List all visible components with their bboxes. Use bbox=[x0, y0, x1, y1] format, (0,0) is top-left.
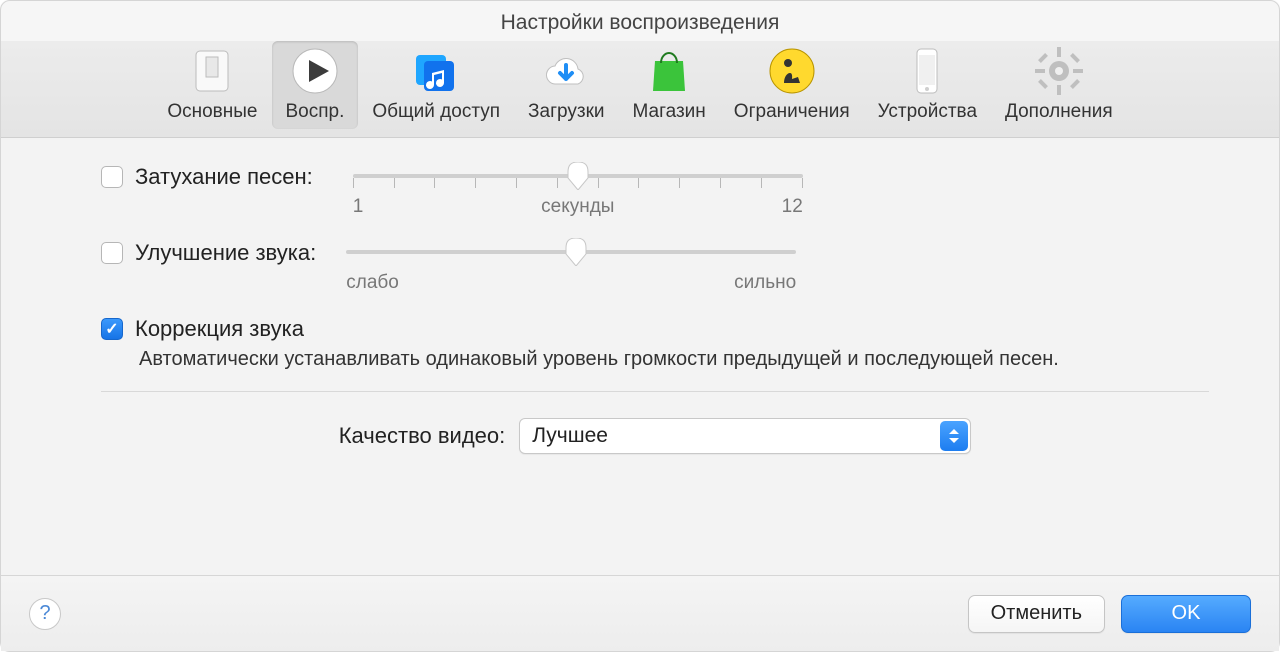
soundcheck-checkbox[interactable] bbox=[101, 318, 123, 340]
enhancer-checkbox[interactable] bbox=[101, 242, 123, 264]
video-quality-label: Качество видео: bbox=[339, 423, 506, 449]
tab-label: Воспр. bbox=[286, 101, 345, 123]
phone-icon bbox=[901, 45, 953, 97]
content-pane: Затухание песен: 1 секунды 12 bbox=[1, 138, 1279, 575]
soundcheck-row: Коррекция звука bbox=[101, 316, 1209, 342]
enhancer-row: Улучшение звука: слабо сильно bbox=[101, 240, 1209, 294]
tab-label: Ограничения bbox=[734, 101, 850, 123]
tab-advanced[interactable]: Дополнения bbox=[991, 41, 1127, 129]
enhancer-min-label: слабо bbox=[346, 272, 399, 294]
enhancer-slider[interactable]: слабо сильно bbox=[346, 240, 796, 294]
tab-label: Дополнения bbox=[1005, 101, 1113, 123]
tab-label: Устройства bbox=[878, 101, 977, 123]
tab-label: Общий доступ bbox=[372, 101, 500, 123]
gear-icon bbox=[1033, 45, 1085, 97]
parental-icon bbox=[766, 45, 818, 97]
enhancer-max-label: сильно bbox=[734, 272, 796, 294]
soundcheck-description: Автоматически устанавливать одинаковый у… bbox=[139, 348, 1209, 371]
tab-devices[interactable]: Устройства bbox=[864, 41, 991, 129]
crossfade-min-label: 1 bbox=[353, 196, 364, 218]
crossfade-max-label: 12 bbox=[782, 196, 803, 218]
window-title: Настройки воспроизведения bbox=[1, 1, 1279, 41]
crossfade-row: Затухание песен: 1 секунды 12 bbox=[101, 164, 1209, 218]
tab-restrictions[interactable]: Ограничения bbox=[720, 41, 864, 129]
cloud-download-icon bbox=[540, 45, 592, 97]
music-folders-icon bbox=[410, 45, 462, 97]
play-icon bbox=[289, 45, 341, 97]
video-quality-select[interactable]: Лучшее bbox=[519, 418, 971, 454]
preferences-window: Настройки воспроизведения Основные Воспр… bbox=[0, 0, 1280, 652]
tab-playback[interactable]: Воспр. bbox=[272, 41, 359, 129]
ok-label: OK bbox=[1172, 602, 1201, 625]
shopping-bag-icon bbox=[643, 45, 695, 97]
cancel-label: Отменить bbox=[991, 602, 1082, 625]
divider bbox=[101, 391, 1209, 392]
tab-label: Магазин bbox=[633, 101, 706, 123]
crossfade-unit-label: секунды bbox=[541, 196, 614, 218]
crossfade-label: Затухание песен: bbox=[135, 164, 313, 190]
crossfade-checkbox[interactable] bbox=[101, 166, 123, 188]
tab-label: Загрузки bbox=[528, 101, 604, 123]
crossfade-slider[interactable]: 1 секунды 12 bbox=[353, 164, 803, 218]
tab-store[interactable]: Магазин bbox=[619, 41, 720, 129]
ok-button[interactable]: OK bbox=[1121, 595, 1251, 633]
soundcheck-label: Коррекция звука bbox=[135, 316, 304, 342]
preferences-toolbar: Основные Воспр. Общий доступ Загрузки Ма… bbox=[1, 41, 1279, 138]
help-icon: ? bbox=[39, 602, 50, 625]
tab-downloads[interactable]: Загрузки bbox=[514, 41, 618, 129]
cancel-button[interactable]: Отменить bbox=[968, 595, 1105, 633]
tab-sharing[interactable]: Общий доступ bbox=[358, 41, 514, 129]
help-button[interactable]: ? bbox=[29, 598, 61, 630]
tab-general[interactable]: Основные bbox=[153, 41, 271, 129]
dialog-footer: ? Отменить OK bbox=[1, 575, 1279, 651]
video-quality-row: Качество видео: Лучшее bbox=[101, 418, 1209, 454]
switch-icon bbox=[186, 45, 238, 97]
video-quality-value: Лучшее bbox=[532, 424, 608, 448]
tab-label: Основные bbox=[167, 101, 257, 123]
enhancer-label: Улучшение звука: bbox=[135, 240, 316, 266]
select-arrows-icon bbox=[940, 421, 968, 451]
